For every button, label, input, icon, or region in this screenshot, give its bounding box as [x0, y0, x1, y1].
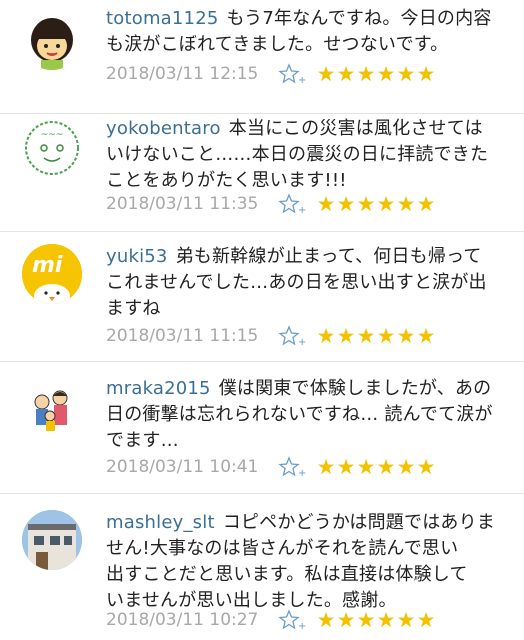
- star-icon: ★: [376, 62, 396, 86]
- add-star-icon[interactable]: +: [278, 456, 308, 478]
- star-icon: ★: [416, 62, 436, 86]
- star-icon: ★: [336, 192, 356, 216]
- comment-item: mashley_slt コピペかどうかは問題ではありま せん!大事なのは皆さんがそ…: [0, 494, 524, 640]
- star-icon: ★: [336, 324, 356, 348]
- star-icon: ★: [356, 62, 376, 86]
- star-icon: ★: [316, 324, 336, 348]
- star-icon: ★: [416, 324, 436, 348]
- star-icon: ★: [376, 192, 396, 216]
- star-icon: ★: [356, 192, 376, 216]
- timestamp: 2018/03/11 11:35: [106, 194, 259, 214]
- comment-body: yokobentaro 本当にこの災害は風化させては いけないこと……本日の震災の…: [106, 116, 514, 194]
- star-icon: ★: [396, 192, 416, 216]
- svg-text:~~~: ~~~: [41, 130, 64, 140]
- star-icon: ★: [356, 324, 376, 348]
- comment-meta: 2018/03/11 10:27 + ★ ★ ★ ★ ★ ★: [106, 608, 436, 632]
- timestamp: 2018/03/11 10:27: [106, 610, 259, 630]
- comment-text-line: 弟も新幹線が止まって、何日も帰って: [175, 246, 482, 267]
- username-link[interactable]: yuki53: [106, 246, 168, 267]
- svg-text:+: +: [298, 205, 306, 215]
- star-icon: ★: [416, 455, 436, 479]
- comment-text-line: コピペかどうかは問題ではありま: [222, 512, 495, 533]
- comment-item: ~~~ yokobentaro 本当にこの災害は風化させては いけないこと……本日…: [0, 114, 524, 232]
- star-icon: ★: [376, 324, 396, 348]
- comment-text-line: せん!大事なのは皆さんがそれを読んで思い: [106, 538, 459, 559]
- comment-item: mi yuki53 弟も新幹線が止まって、何日も帰って これませんでした…あの日を…: [0, 232, 524, 362]
- comment-text-line: もう7年なんですね。今日の内容: [226, 8, 492, 29]
- add-star-icon[interactable]: +: [278, 609, 308, 631]
- comment-text-line: 本当にこの災害は風化させては: [228, 118, 483, 139]
- star-icon: ★: [396, 455, 416, 479]
- star-rating: ★ ★ ★ ★ ★ ★: [316, 609, 436, 631]
- comment-body: mraka2015 僕は関東で体験しましたが、あの 日の衝撃は忘れられないですね……: [106, 376, 514, 454]
- username-link[interactable]: mraka2015: [106, 378, 211, 399]
- comment-meta: 2018/03/11 11:15 + ★ ★ ★ ★ ★ ★: [106, 324, 436, 348]
- comment-meta: 2018/03/11 12:15 + ★ ★ ★ ★ ★ ★: [106, 62, 436, 86]
- username-link[interactable]: totoma1125: [106, 8, 219, 29]
- star-icon: ★: [396, 62, 416, 86]
- svg-text:+: +: [298, 337, 306, 347]
- comment-text-line: ますね: [106, 298, 161, 319]
- star-icon: ★: [376, 455, 396, 479]
- star-icon: ★: [336, 455, 356, 479]
- svg-text:+: +: [298, 75, 306, 85]
- svg-text:mi: mi: [32, 253, 63, 278]
- star-icon: ★: [396, 324, 416, 348]
- timestamp: 2018/03/11 11:15: [106, 326, 259, 346]
- comment-text-line: ことをありがたく思います!!!: [106, 170, 347, 191]
- comment-text-line: これませんでした…あの日を思い出すと涙が出: [106, 272, 487, 293]
- comment-text-line: いけないこと……本日の震災の日に拝読できた: [106, 144, 489, 165]
- comment-body: yuki53 弟も新幹線が止まって、何日も帰って これませんでした…あの日を思い出…: [106, 244, 514, 322]
- comment-list: totoma1125 もう7年なんですね。今日の内容 も涙がこぼれてきました。せつ…: [0, 0, 524, 640]
- comment-text-line: でます…: [106, 430, 179, 451]
- comment-meta: 2018/03/11 10:41 + ★ ★ ★ ★ ★ ★: [106, 455, 436, 479]
- comment-item: mraka2015 僕は関東で体験しましたが、あの 日の衝撃は忘れられないですね……: [0, 362, 524, 494]
- comment-item: totoma1125 もう7年なんですね。今日の内容 も涙がこぼれてきました。せつ…: [0, 0, 524, 114]
- star-icon: ★: [356, 455, 376, 479]
- comment-text-line: 出すことだと思います。私は直接は体験して: [106, 564, 468, 585]
- add-star-icon[interactable]: +: [278, 193, 308, 215]
- star-icon: ★: [396, 608, 416, 632]
- comment-text-line: も涙がこぼれてきました。せつないです。: [106, 34, 449, 55]
- username-link[interactable]: yokobentaro: [106, 118, 221, 139]
- svg-text:+: +: [298, 468, 306, 478]
- girl-avatar[interactable]: [22, 10, 82, 70]
- stamp-avatar[interactable]: ~~~: [22, 118, 82, 178]
- add-star-icon[interactable]: +: [278, 325, 308, 347]
- star-icon: ★: [416, 608, 436, 632]
- star-rating: ★ ★ ★ ★ ★ ★: [316, 456, 436, 478]
- star-icon: ★: [356, 608, 376, 632]
- username-link[interactable]: mashley_slt: [106, 512, 215, 533]
- star-icon: ★: [336, 608, 356, 632]
- comment-body: totoma1125 もう7年なんですね。今日の内容 も涙がこぼれてきました。せつ…: [106, 6, 514, 58]
- comment-text-line: 日の衝撃は忘れられないですね… 読んでて涙が: [106, 404, 493, 425]
- comment-body: mashley_slt コピペかどうかは問題ではありま せん!大事なのは皆さんがそ…: [106, 510, 514, 614]
- timestamp: 2018/03/11 12:15: [106, 64, 259, 84]
- star-icon: ★: [316, 62, 336, 86]
- comment-text-line: 僕は関東で体験しましたが、あの: [218, 378, 492, 399]
- star-icon: ★: [316, 608, 336, 632]
- family-avatar[interactable]: [22, 380, 82, 440]
- star-icon: ★: [316, 192, 336, 216]
- star-icon: ★: [316, 455, 336, 479]
- mi-chick-avatar[interactable]: mi: [22, 244, 82, 304]
- add-star-icon[interactable]: +: [278, 63, 308, 85]
- star-rating: ★ ★ ★ ★ ★ ★: [316, 325, 436, 347]
- star-icon: ★: [336, 62, 356, 86]
- house-avatar[interactable]: [22, 510, 82, 570]
- star-rating: ★ ★ ★ ★ ★ ★: [316, 63, 436, 85]
- svg-text:+: +: [298, 621, 306, 631]
- star-icon: ★: [376, 608, 396, 632]
- star-rating: ★ ★ ★ ★ ★ ★: [316, 193, 436, 215]
- comment-meta: 2018/03/11 11:35 + ★ ★ ★ ★ ★ ★: [106, 192, 436, 216]
- star-icon: ★: [416, 192, 436, 216]
- timestamp: 2018/03/11 10:41: [106, 457, 259, 477]
